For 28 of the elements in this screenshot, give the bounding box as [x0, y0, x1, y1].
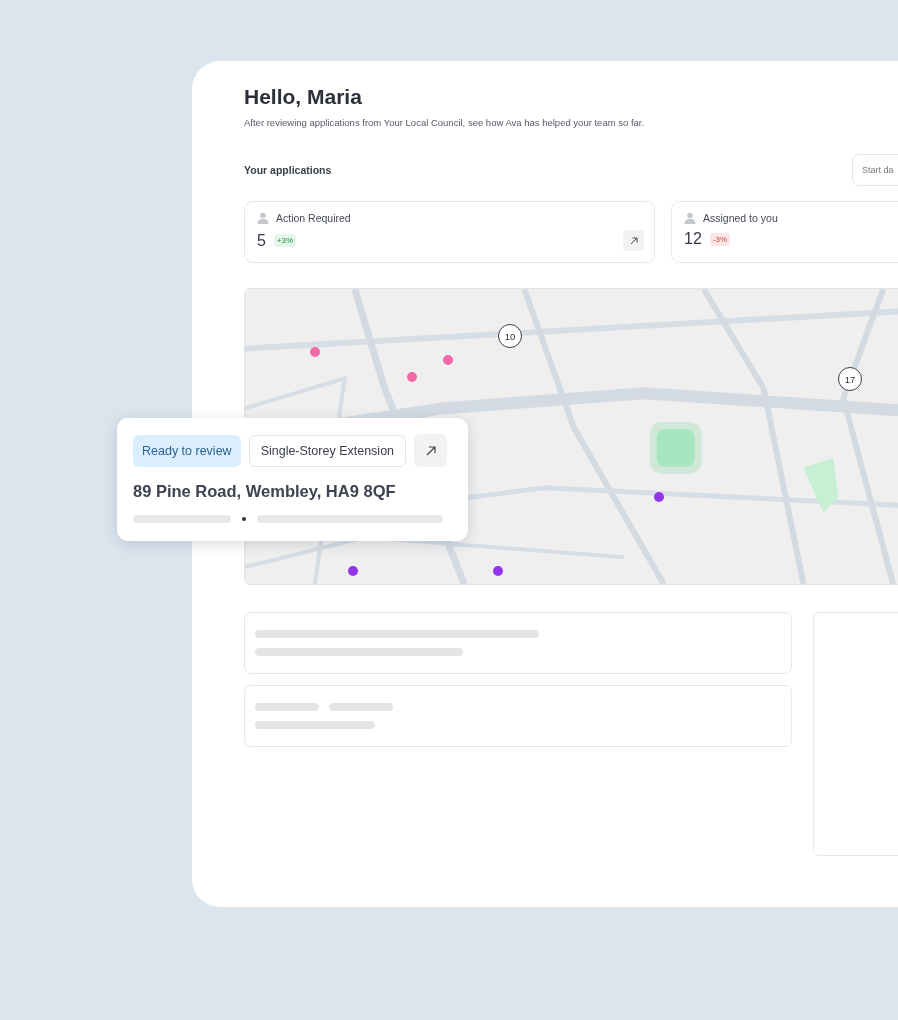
- map-pin[interactable]: [348, 566, 358, 576]
- stat-value: 12: [684, 230, 702, 248]
- subtitle-text: After reviewing applications from Your Local Council, see how Ava has helped your team so far.: [244, 117, 646, 128]
- section-title: Your applications: [244, 164, 332, 176]
- address-text: 89 Pine Road, Wembley, HA9 8QF: [133, 482, 397, 501]
- person-icon: [257, 212, 269, 224]
- change-badge: -3%: [709, 232, 731, 246]
- stat-label: Action Required: [276, 212, 351, 224]
- stat-label: Assigned to you: [703, 212, 778, 224]
- map-pin[interactable]: [407, 372, 417, 382]
- arrow-icon: [425, 445, 436, 456]
- change-badge: +3%: [273, 234, 297, 247]
- placeholder-bar: [329, 703, 393, 711]
- separator-dot: [242, 517, 246, 521]
- map-pin[interactable]: [443, 355, 453, 365]
- open-button[interactable]: [623, 230, 644, 251]
- type-tag: Single-Storey Extension: [248, 434, 407, 467]
- map-pin[interactable]: [493, 566, 503, 576]
- person-icon: [684, 212, 696, 224]
- date-field[interactable]: Start da: [852, 154, 898, 186]
- status-tag: Ready to review: [133, 434, 241, 467]
- map-pin[interactable]: [654, 492, 664, 502]
- stat-value: 5: [257, 231, 266, 250]
- arrow-icon: [629, 236, 638, 245]
- greeting-heading: Hello, Maria: [244, 85, 363, 109]
- placeholder-bar: [255, 703, 319, 711]
- map-pin[interactable]: [310, 347, 320, 357]
- open-button[interactable]: [414, 434, 448, 467]
